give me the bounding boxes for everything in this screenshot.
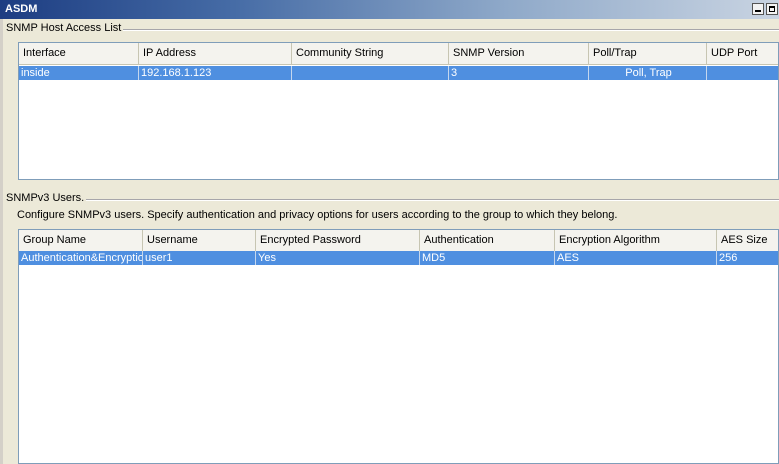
cell-interface: inside <box>19 66 139 80</box>
column-header-authentication[interactable]: Authentication <box>420 230 555 251</box>
column-header-poll-trap[interactable]: Poll/Trap <box>589 43 707 64</box>
column-header-encryption-algorithm[interactable]: Encryption Algorithm <box>555 230 717 251</box>
left-border <box>0 19 3 464</box>
column-header-aes-size[interactable]: AES Size <box>717 230 778 251</box>
maximize-icon[interactable] <box>766 3 778 15</box>
host-access-section-label: SNMP Host Access List <box>6 22 124 34</box>
minimize-icon[interactable] <box>752 3 764 15</box>
cell-snmp-version: 3 <box>449 66 589 80</box>
cell-community-string <box>292 66 449 80</box>
host-access-table-header: Interface IP Address Community String SN… <box>19 43 778 65</box>
cell-poll-trap: Poll, Trap <box>589 66 707 80</box>
cell-encryption-algorithm: AES <box>555 251 717 265</box>
column-header-community-string[interactable]: Community String <box>292 43 449 64</box>
cell-udp-port <box>707 66 778 80</box>
host-access-table[interactable]: Interface IP Address Community String SN… <box>18 42 779 180</box>
cell-encrypted-password: Yes <box>256 251 420 265</box>
column-header-interface[interactable]: Interface <box>19 43 139 64</box>
table-row[interactable]: inside 192.168.1.123 3 Poll, Trap <box>19 66 778 80</box>
v3-users-description: Configure SNMPv3 users. Specify authenti… <box>17 209 618 221</box>
cell-ip-address: 192.168.1.123 <box>139 66 292 80</box>
cell-username: user1 <box>143 251 256 265</box>
table-row[interactable]: Authentication&Encryption user1 Yes MD5 … <box>19 251 778 265</box>
v3-users-divider <box>6 199 779 201</box>
v3-users-table[interactable]: Group Name Username Encrypted Password A… <box>18 229 779 464</box>
cell-group-name: Authentication&Encryption <box>21 251 143 265</box>
cell-aes-size: 256 <box>719 252 738 264</box>
window-title: ASDM <box>5 3 38 15</box>
column-header-encrypted-password[interactable]: Encrypted Password <box>256 230 420 251</box>
v3-users-section-label: SNMPv3 Users. <box>6 192 87 204</box>
cell-authentication: MD5 <box>420 251 555 265</box>
column-header-ip-address[interactable]: IP Address <box>139 43 292 64</box>
column-header-username[interactable]: Username <box>143 230 256 251</box>
column-header-snmp-version[interactable]: SNMP Version <box>449 43 589 64</box>
column-header-udp-port[interactable]: UDP Port <box>707 43 778 64</box>
v3-users-table-header: Group Name Username Encrypted Password A… <box>19 230 778 252</box>
column-header-group-name[interactable]: Group Name <box>19 230 143 251</box>
window-titlebar: ASDM <box>0 0 779 19</box>
